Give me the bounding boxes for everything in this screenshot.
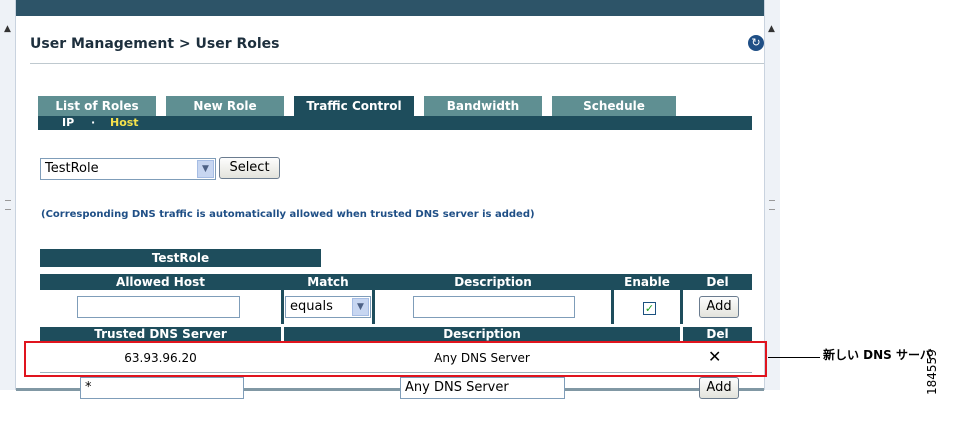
- role-select[interactable]: TestRole ▼: [40, 158, 216, 180]
- role-name-header: TestRole: [40, 249, 321, 267]
- match-select-value: equals: [290, 299, 333, 314]
- new-dns-server-highlight: [24, 341, 767, 377]
- col-match: Match: [284, 274, 372, 290]
- left-scrollbar[interactable]: ▲: [0, 0, 16, 390]
- chevron-down-icon[interactable]: ▼: [197, 160, 214, 178]
- tab-list-of-roles[interactable]: List of Roles: [38, 96, 156, 116]
- col-dns-del: Del: [683, 327, 752, 341]
- col-description: Description: [375, 274, 611, 290]
- column-divider: [372, 274, 375, 324]
- subtab-bar: [38, 116, 752, 130]
- subtab-host[interactable]: Host: [110, 116, 139, 130]
- callout-label: 新しい DNS サーバ: [823, 348, 932, 362]
- divider: [30, 63, 764, 64]
- scroll-up-icon[interactable]: ▲: [768, 24, 775, 34]
- enable-checkbox[interactable]: ✓: [643, 302, 656, 315]
- subtab-separator: ·: [91, 116, 96, 129]
- column-divider: [281, 274, 284, 324]
- scroll-grip-icon[interactable]: [769, 200, 775, 210]
- scroll-grip-icon[interactable]: [5, 200, 11, 210]
- callout-line: [768, 357, 820, 358]
- figure-id: 184559: [925, 349, 939, 395]
- window-top-bar: [16, 0, 764, 16]
- col-del: Del: [683, 274, 752, 290]
- dns-description-input[interactable]: Any DNS Server: [400, 377, 565, 399]
- column-divider: [611, 274, 614, 324]
- col-enable: Enable: [614, 274, 680, 290]
- tab-schedule[interactable]: Schedule: [552, 96, 676, 116]
- col-allowed-host: Allowed Host: [40, 274, 281, 290]
- select-button[interactable]: Select: [219, 157, 280, 179]
- tab-bandwidth[interactable]: Bandwidth: [424, 96, 542, 116]
- role-select-value: TestRole: [45, 161, 99, 176]
- host-description-input[interactable]: [413, 296, 575, 318]
- info-note: (Corresponding DNS traffic is automatica…: [41, 209, 535, 220]
- tab-traffic-control[interactable]: Traffic Control: [294, 96, 414, 116]
- chevron-down-icon[interactable]: ▼: [352, 298, 369, 316]
- add-host-button[interactable]: Add: [699, 296, 739, 318]
- tab-new-role[interactable]: New Role: [166, 96, 284, 116]
- page-title: User Management > User Roles: [30, 36, 280, 52]
- col-trusted-dns-server: Trusted DNS Server: [40, 327, 281, 341]
- scroll-up-icon[interactable]: ▲: [4, 24, 11, 34]
- match-select[interactable]: equals ▼: [285, 296, 371, 318]
- right-scrollbar[interactable]: ▲: [764, 0, 780, 390]
- subtab-ip[interactable]: IP: [62, 116, 74, 130]
- allowed-host-input[interactable]: [77, 296, 240, 318]
- dns-server-input[interactable]: *: [80, 377, 244, 399]
- add-dns-button[interactable]: Add: [699, 377, 739, 399]
- refresh-icon[interactable]: ↻: [748, 35, 764, 51]
- col-dns-description: Description: [284, 327, 680, 341]
- column-divider: [680, 274, 683, 324]
